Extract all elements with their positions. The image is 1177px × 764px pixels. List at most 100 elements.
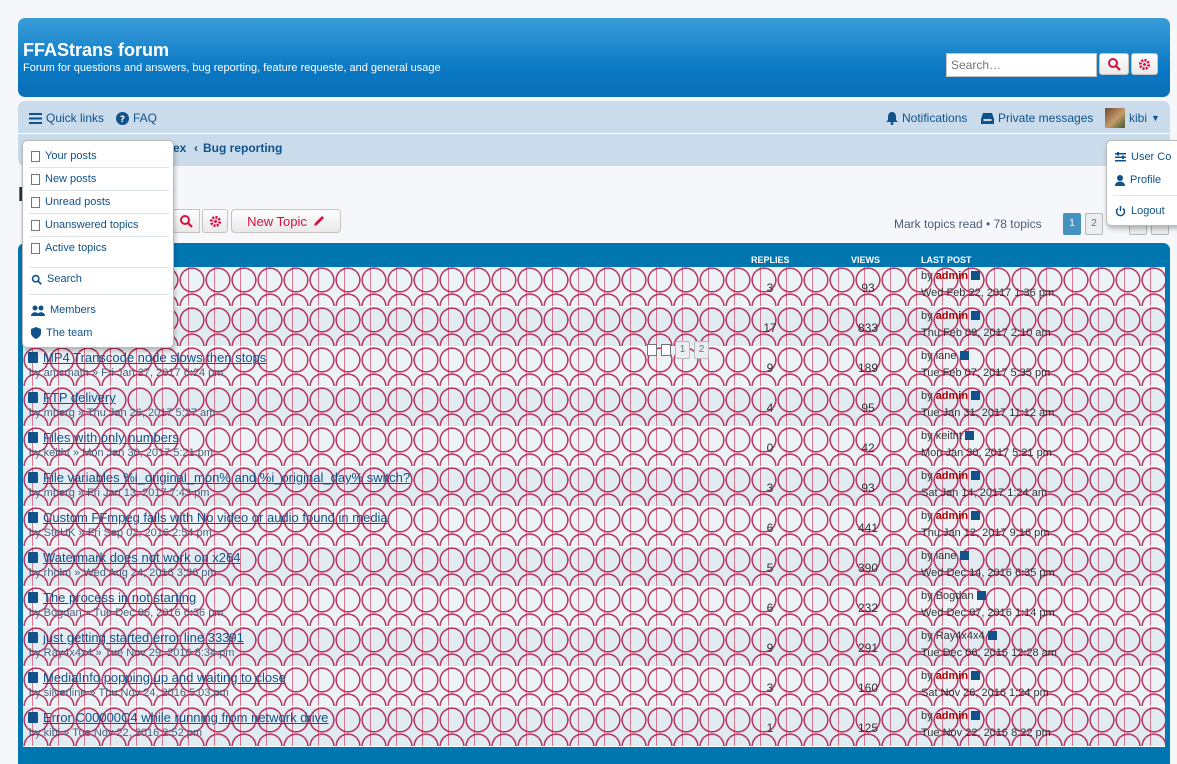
- breadcrumb-index[interactable]: ex: [173, 141, 186, 155]
- topics-box: REPLIES VIEWS LAST POST …not working…201…: [18, 243, 1170, 764]
- topic-replies: 6: [766, 601, 774, 615]
- menu-item[interactable]: Unread posts: [31, 196, 110, 208]
- topic-title-link[interactable]: The process in not starting: [43, 590, 196, 605]
- view-latest-post-icon[interactable]: [971, 671, 981, 680]
- view-latest-post-icon[interactable]: [959, 351, 969, 360]
- topic-views: 390: [857, 561, 879, 575]
- last-post-user-link[interactable]: admin: [936, 470, 968, 482]
- topic-views: 189: [857, 361, 879, 375]
- last-post-user-link[interactable]: admin: [936, 390, 968, 402]
- mark-topics-read[interactable]: Mark topics read • 78 topics: [894, 217, 1042, 231]
- menu-logout[interactable]: Logout: [1115, 205, 1165, 217]
- menu-divider: [29, 190, 169, 191]
- last-post-user-link[interactable]: lane: [936, 550, 957, 562]
- topic-title-link[interactable]: MP4 Transcode node slows then stops: [43, 350, 266, 365]
- topic-status-icon: [28, 592, 38, 603]
- last-post-time: Mon Jan 30, 2017 5:21 pm: [921, 447, 1052, 459]
- forum-search-button[interactable]: [172, 209, 200, 233]
- search-input[interactable]: [946, 53, 1097, 77]
- view-latest-post-icon[interactable]: [987, 631, 997, 640]
- menu-team-label: The team: [46, 327, 93, 339]
- notifications-link[interactable]: Notifications: [886, 111, 967, 125]
- view-latest-post-icon[interactable]: [971, 711, 981, 720]
- last-post-user-link[interactable]: lane: [936, 350, 957, 362]
- topic-title-link[interactable]: Watermark does not work on x264: [43, 550, 241, 565]
- menu-divider: [1113, 195, 1177, 196]
- view-latest-post-icon[interactable]: [971, 391, 981, 400]
- last-post-user-link[interactable]: admin: [936, 510, 968, 522]
- menu-team[interactable]: The team: [31, 327, 92, 339]
- topic-meta: by silverline » Thu Nov 24, 2016 5:03 pm: [29, 687, 229, 699]
- page-2-button[interactable]: 2: [1085, 213, 1103, 235]
- topic-status-icon: [28, 712, 38, 723]
- topic-title-link[interactable]: File variables %i_original_mon% and %i_o…: [43, 470, 410, 485]
- topic-title-link[interactable]: FTP delivery: [43, 390, 116, 405]
- menu-item[interactable]: Unanswered topics: [31, 219, 139, 231]
- gear-icon: [209, 215, 221, 227]
- topic-row: …o pickup a file…ep 02, 2016 3:00 am1783…: [23, 307, 1165, 347]
- topic-views: 93: [861, 481, 875, 495]
- document-icon: [31, 173, 40, 185]
- last-post-user-link[interactable]: keitht: [936, 430, 962, 442]
- view-latest-post-icon[interactable]: [971, 471, 981, 480]
- menu-user-control-panel[interactable]: User Co: [1115, 151, 1171, 163]
- menu-logout-label: Logout: [1131, 205, 1165, 217]
- topic-status-icon: [28, 352, 38, 363]
- last-post-author: by Bogdan: [921, 590, 986, 602]
- topic-meta: by Ray4x4x4 » Tue Nov 29, 2016 8:34 pm: [29, 647, 235, 659]
- view-latest-post-icon[interactable]: [971, 271, 981, 280]
- menu-search-label: Search: [47, 273, 82, 285]
- last-post-author: by admin: [921, 510, 981, 522]
- forum-search-options-button[interactable]: [202, 209, 228, 233]
- menu-item[interactable]: Your posts: [31, 150, 97, 162]
- page-1-button[interactable]: 1: [1063, 213, 1081, 235]
- last-post-user-link[interactable]: Bogdan: [936, 590, 974, 602]
- view-latest-post-icon[interactable]: [971, 311, 981, 320]
- topic-page-1[interactable]: 1: [675, 341, 690, 359]
- faq-link[interactable]: ? FAQ: [116, 111, 157, 125]
- topic-title-link[interactable]: just getting started error line 33391: [43, 630, 244, 645]
- last-post-author: by admin: [921, 270, 981, 282]
- quick-links-label: Quick links: [46, 111, 105, 125]
- site-title[interactable]: FFAStrans forum: [23, 40, 169, 61]
- topic-title-link[interactable]: Error C00000C4 while running from networ…: [43, 710, 328, 725]
- nav-row: Quick links ? FAQ Notifications Private …: [18, 101, 1170, 134]
- menu-item[interactable]: Active topics: [31, 242, 107, 254]
- last-post-author: by lane: [921, 550, 969, 562]
- menu-item-label: Active topics: [45, 242, 107, 254]
- quick-links-menu: Your posts New posts Unread posts Unanswere…: [22, 140, 174, 348]
- view-latest-post-icon[interactable]: [976, 591, 986, 600]
- last-post-user-link[interactable]: admin: [936, 310, 968, 322]
- topic-title-link[interactable]: Custom FFmpeg fails with No video or aud…: [43, 510, 388, 525]
- user-menu-toggle[interactable]: kibi ▼: [1105, 108, 1160, 128]
- menu-members[interactable]: Members: [31, 304, 96, 316]
- menu-profile[interactable]: Profile: [1115, 174, 1161, 186]
- col-replies: REPLIES: [751, 255, 790, 265]
- topic-page-2[interactable]: 2: [694, 341, 709, 359]
- view-latest-post-icon[interactable]: [959, 551, 969, 560]
- topic-views: 95: [861, 401, 875, 415]
- new-topic-button[interactable]: New Topic: [231, 209, 341, 233]
- last-post-user-link[interactable]: admin: [936, 270, 968, 282]
- shield-icon: [31, 327, 41, 339]
- menu-divider: [29, 167, 169, 168]
- quick-links-toggle[interactable]: Quick links: [29, 111, 104, 125]
- topic-views: 291: [857, 641, 879, 655]
- topic-title-link[interactable]: MediaInfo popping up and waiting to clos…: [43, 670, 286, 685]
- view-latest-post-icon[interactable]: [965, 431, 975, 440]
- last-post-user-link[interactable]: admin: [936, 710, 968, 722]
- document-icon: [31, 219, 40, 231]
- advanced-search-button[interactable]: [1131, 53, 1158, 75]
- topic-meta: by Bogdan » Tue Dec 06, 2016 6:36 pm: [29, 607, 224, 619]
- topic-status-icon: [28, 552, 38, 563]
- private-messages-link[interactable]: Private messages: [981, 111, 1093, 125]
- view-latest-post-icon[interactable]: [971, 511, 981, 520]
- breadcrumb-current[interactable]: ‹ Bug reporting: [194, 141, 282, 155]
- topic-status-icon: [28, 392, 38, 403]
- menu-search[interactable]: Search: [31, 273, 82, 285]
- menu-item[interactable]: New posts: [31, 173, 96, 185]
- last-post-user-link[interactable]: admin: [936, 670, 968, 682]
- last-post-user-link[interactable]: Ray4x4x4: [936, 630, 985, 642]
- search-button[interactable]: [1099, 53, 1129, 75]
- topic-title-link[interactable]: Files with only numbers: [43, 430, 179, 445]
